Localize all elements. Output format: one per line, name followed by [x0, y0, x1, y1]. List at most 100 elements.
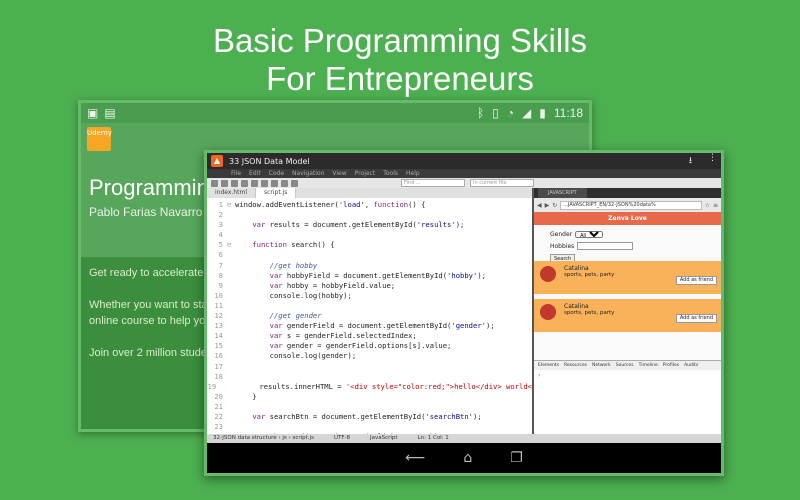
app-icon-label: Udemy	[87, 129, 112, 137]
status-language: JavaScript	[370, 435, 398, 441]
devtools-tab-resources[interactable]: Resources	[564, 361, 587, 370]
code-line: 3 var results = document.getElementById(…	[218, 220, 465, 230]
menu-view[interactable]: View	[332, 169, 346, 178]
code-area: 1 ⊟ window.addEventListener('load', functi…	[207, 200, 532, 434]
code-line: 11	[214, 300, 223, 310]
devtools-tab-elements[interactable]: Elements	[538, 361, 559, 370]
copy-icon[interactable]	[271, 179, 278, 187]
avatar	[540, 304, 556, 320]
recents-nav-icon[interactable]: ❐	[510, 450, 523, 466]
udemy-logo-icon: ▲	[211, 155, 223, 167]
menu-tools[interactable]: Tools	[383, 169, 398, 178]
ide-status-bar: 32-JSON data structure › js › script.js …	[207, 434, 721, 443]
tab-index-html[interactable]: index.html	[207, 188, 256, 198]
menu-navigation[interactable]: Navigation	[292, 169, 324, 178]
android-nav-bar: ⟵ ⌂ ❐	[207, 443, 721, 473]
hobbies-label: Hobbies	[550, 242, 575, 250]
headline-line-2: For Entrepreneurs	[266, 60, 534, 97]
status-bar: ▣ ▤ ᛒ ▯ ◔ ◢ ▮ 11:18	[81, 103, 589, 123]
address-bar: ◀ ▶ ↻ ...JAVASCRIPT_EN/32-JSON%20data% ☆…	[534, 198, 721, 212]
download-icon[interactable]: ⭳	[689, 153, 692, 169]
code-line: 1 ⊟ window.addEventListener('load', functi…	[218, 200, 426, 209]
code-line: 8 var hobbyField = document.getElementBy…	[218, 270, 486, 280]
menu-edit[interactable]: Edit	[249, 169, 261, 178]
gender-label: Gender	[550, 231, 573, 238]
wifi-icon: ◔	[506, 106, 515, 120]
code-line: 7 //get hobby	[218, 260, 318, 270]
result-name: Catalina	[564, 265, 589, 272]
video-title: 33 JSON Data Model	[229, 156, 310, 166]
code-editor[interactable]: index.html script.js 1 ⊟ window.addEventLi…	[207, 188, 532, 434]
star-icon[interactable]: ☆	[705, 202, 710, 209]
find-input[interactable]: Find ...	[401, 179, 465, 187]
course-author: Pablo Farias Navarro	[89, 205, 203, 219]
video-title-bar: ▲ 33 JSON Data Model ⭳ ⋮	[207, 153, 721, 169]
overflow-menu-icon[interactable]: ⋮	[708, 153, 717, 169]
code-line: 16 console.log(gender);	[214, 351, 357, 361]
devtools-tabs: Elements Resources Network Sources Timel…	[534, 361, 721, 370]
tab-script-js[interactable]: script.js	[256, 188, 297, 198]
battery-icon: ▮	[539, 106, 546, 120]
devtools-tab-network[interactable]: Network	[592, 361, 611, 370]
result-card: Catalina sports, pets, party Add as frie…	[534, 299, 721, 332]
add-friend-button[interactable]: Add as friend	[675, 314, 717, 323]
save-icon[interactable]	[231, 179, 238, 187]
back-icon[interactable]: ◀	[537, 202, 542, 209]
menu-project[interactable]: Project	[355, 169, 376, 178]
notification-icon: ▤	[104, 106, 116, 120]
clock: 11:18	[553, 106, 583, 120]
devtools-tab-profiles[interactable]: Profiles	[663, 361, 679, 370]
browser-tab[interactable]: JAVASCRIPT	[538, 188, 587, 198]
code-line: 23	[214, 422, 223, 432]
ide-menu-bar: File Edit Code Navigation View Project T…	[207, 169, 721, 178]
code-line: 18	[214, 371, 223, 381]
new-file-icon[interactable]	[211, 179, 218, 187]
url-input[interactable]: ...JAVASCRIPT_EN/32-JSON%20data%	[560, 200, 702, 210]
menu-icon[interactable]: ≡	[713, 202, 718, 209]
cut-icon[interactable]	[261, 179, 268, 187]
status-path: 32-JSON data structure › js › script.js	[213, 435, 314, 441]
menu-code[interactable]: Code	[269, 169, 284, 178]
code-line: 10 console.log(hobby);	[214, 290, 352, 300]
devtools-tab-timeline[interactable]: Timeline	[639, 361, 658, 370]
undo-icon[interactable]	[241, 179, 248, 187]
status-encoding: UTF-8	[333, 435, 350, 441]
result-hobbies: sports, pets, party	[564, 310, 615, 316]
paste-icon[interactable]	[281, 179, 288, 187]
result-name: Catalina	[564, 303, 589, 310]
vibrate-icon: ▯	[492, 106, 499, 120]
ide-main: index.html script.js 1 ⊟ window.addEventLi…	[207, 188, 721, 434]
hobbies-input[interactable]	[577, 242, 634, 250]
menu-file[interactable]: File	[231, 169, 241, 178]
menu-help[interactable]: Help	[406, 169, 420, 178]
preview-icon[interactable]	[291, 179, 298, 187]
add-friend-button[interactable]: Add as friend	[675, 276, 717, 285]
editor-tabs: index.html script.js	[207, 188, 532, 198]
redo-icon[interactable]	[251, 179, 258, 187]
result-hobbies: sports, pets, party	[564, 272, 615, 278]
devtools-tab-sources[interactable]: Sources	[616, 361, 634, 370]
devtools-tab-audits[interactable]: Audits	[684, 361, 698, 370]
search-scope-select[interactable]: In current file	[470, 179, 534, 187]
browser-preview: JAVASCRIPT ◀ ▶ ↻ ...JAVASCRIPT_EN/32-JSO…	[532, 188, 721, 434]
devtools-panel: Elements Resources Network Sources Timel…	[534, 360, 721, 434]
forward-icon[interactable]: ▶	[545, 202, 550, 209]
reload-icon[interactable]: ↻	[552, 202, 557, 209]
course-title: Programming	[89, 175, 222, 200]
browser-tab-bar: JAVASCRIPT	[534, 188, 721, 198]
code-line: 2	[218, 210, 223, 220]
udemy-app-icon[interactable]: Udemy	[87, 127, 112, 151]
gender-select[interactable]: All	[575, 231, 604, 238]
ide-toolbar: Find ... In current file	[207, 178, 721, 188]
code-line: 5 ⊟ function search() {	[218, 240, 335, 250]
console-prompt[interactable]: ›	[534, 370, 721, 381]
code-line: 17	[214, 361, 223, 371]
code-line: 9 var hobby = hobbyField.value;	[218, 280, 396, 290]
back-nav-icon[interactable]: ⟵	[405, 450, 425, 466]
status-position: Ln: 1 Col: 1	[417, 435, 449, 441]
home-nav-icon[interactable]: ⌂	[463, 450, 472, 466]
open-file-icon[interactable]	[221, 179, 228, 187]
headline: Basic Programming Skills For Entrepreneu…	[0, 22, 800, 98]
code-line: 12 //get gender	[214, 311, 322, 321]
avatar	[540, 266, 556, 282]
